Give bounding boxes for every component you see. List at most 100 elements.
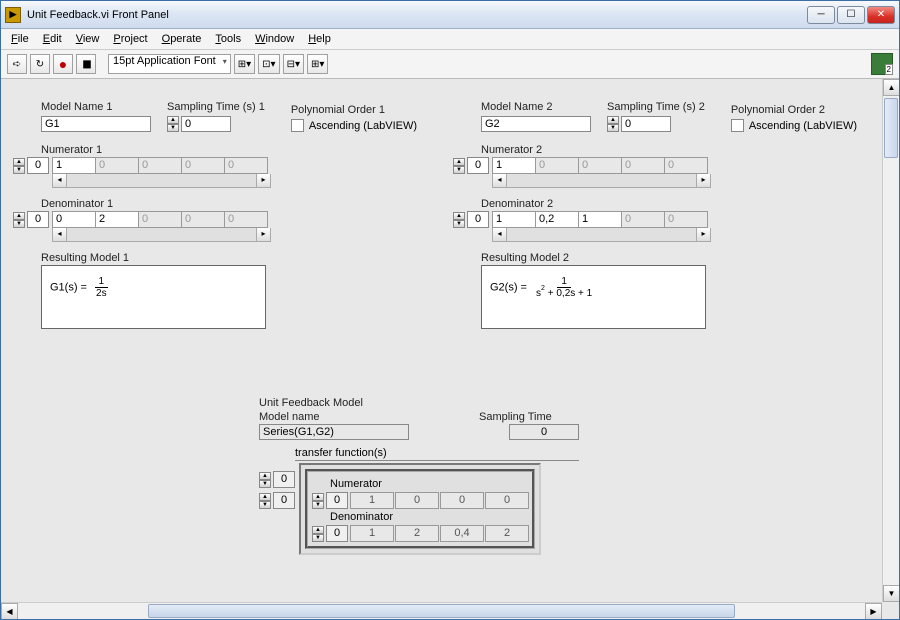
feedback-model-name: Series(G1,G2) — [259, 424, 409, 440]
model2-den-idx-spinner[interactable]: ▲▼ — [453, 212, 465, 228]
distribute-button[interactable]: ⊡▾ — [258, 54, 279, 74]
menu-operate[interactable]: Operate — [156, 31, 208, 47]
model1-ascending-checkbox[interactable] — [291, 119, 304, 132]
model1-num-cell-4[interactable]: 0 — [224, 157, 268, 174]
model2-result-label: Resulting Model 2 — [481, 252, 881, 264]
model1-num-cell-3[interactable]: 0 — [181, 157, 225, 174]
model2-result-den: s2 + 0,2s + 1 — [532, 288, 596, 299]
feedback-den-idx-spinner[interactable]: ▲▼ — [312, 526, 324, 542]
model1-name-label: Model Name 1 — [41, 101, 151, 113]
feedback-num-cell-0: 1 — [350, 492, 394, 509]
vi-icon[interactable] — [871, 53, 893, 75]
model2-den-scrollbar[interactable]: ◂▸ — [492, 228, 711, 242]
reorder-button[interactable]: ⊞▾ — [307, 54, 328, 74]
feedback-den-idx: 0 — [326, 525, 348, 542]
align-button[interactable]: ⊞▾ — [234, 54, 255, 74]
menu-help[interactable]: Help — [302, 31, 337, 47]
menu-view[interactable]: View — [70, 31, 106, 47]
model2-num-array[interactable]: 1 0 0 0 0 — [492, 157, 711, 174]
model1-result-label: Resulting Model 1 — [41, 252, 441, 264]
horizontal-scrollbar[interactable]: ◀ ▶ — [1, 602, 882, 619]
model1-den-cell-4[interactable]: 0 — [224, 211, 268, 228]
model1-num-cell-1[interactable]: 0 — [95, 157, 139, 174]
model2-num-cell-0[interactable]: 1 — [492, 157, 536, 174]
model2-den-cell-3[interactable]: 0 — [621, 211, 665, 228]
model2-num-idx[interactable]: 0 — [467, 157, 489, 174]
model2-den-idx[interactable]: 0 — [467, 211, 489, 228]
resize-button[interactable]: ⊟▾ — [283, 54, 304, 74]
menu-edit[interactable]: Edit — [37, 31, 68, 47]
feedback-den-cell-1: 2 — [395, 525, 439, 542]
model1-num-cell-0[interactable]: 1 — [52, 157, 96, 174]
unit-feedback-cluster: Unit Feedback Model Model name Series(G1… — [259, 397, 579, 555]
feedback-tf-idx1-spinner[interactable]: ▲▼ — [259, 493, 271, 509]
model2-den-cell-1[interactable]: 0,2 — [535, 211, 579, 228]
model1-result-den: 2s — [92, 288, 111, 299]
menu-file[interactable]: File — [5, 31, 35, 47]
model2-num-idx-spinner[interactable]: ▲▼ — [453, 158, 465, 174]
model1-den-cell-1[interactable]: 2 — [95, 211, 139, 228]
pause-button[interactable]: ▮▮ — [76, 54, 96, 74]
model1-den-idx-spinner[interactable]: ▲▼ — [13, 212, 25, 228]
model2-result-box: G2(s) = 1 s2 + 0,2s + 1 — [481, 265, 706, 329]
model2-name-label: Model Name 2 — [481, 101, 591, 113]
model1-num-array[interactable]: 1 0 0 0 0 — [52, 157, 271, 174]
model1-den-cell-0[interactable]: 0 — [52, 211, 96, 228]
close-button[interactable]: ✕ — [867, 6, 895, 24]
maximize-button[interactable]: ☐ — [837, 6, 865, 24]
feedback-tf-idx0-spinner[interactable]: ▲▼ — [259, 472, 271, 488]
model2-den-cell-4[interactable]: 0 — [664, 211, 708, 228]
model2-sampling-label: Sampling Time (s) 2 — [607, 101, 705, 113]
menu-project[interactable]: Project — [107, 31, 153, 47]
scroll-up-button[interactable]: ▲ — [883, 79, 899, 96]
model2-num-cell-3[interactable]: 0 — [621, 157, 665, 174]
model2-num-cell-2[interactable]: 0 — [578, 157, 622, 174]
model2-num-cell-4[interactable]: 0 — [664, 157, 708, 174]
feedback-tf-label: transfer function(s) — [295, 446, 579, 461]
run-continuous-button[interactable]: ↻ — [30, 54, 50, 74]
model2-ascending-label: Ascending (LabVIEW) — [749, 120, 857, 132]
feedback-den-cell-3: 2 — [485, 525, 529, 542]
model1-den-scrollbar[interactable]: ◂▸ — [52, 228, 271, 242]
model2-sampling-spinner[interactable]: ▲▼ — [607, 116, 619, 132]
model2-cluster: Model Name 2 G2 Sampling Time (s) 2 ▲▼ 0… — [481, 101, 881, 329]
model2-ascending-checkbox[interactable] — [731, 119, 744, 132]
feedback-num-idx: 0 — [326, 492, 348, 509]
scroll-right-button[interactable]: ▶ — [865, 603, 882, 619]
model1-sampling-spinner[interactable]: ▲▼ — [167, 116, 179, 132]
model1-sampling-input[interactable]: 0 — [181, 116, 231, 132]
model1-num-idx-spinner[interactable]: ▲▼ — [13, 158, 25, 174]
font-select[interactable]: 15pt Application Font — [108, 54, 231, 74]
abort-button[interactable]: ● — [53, 54, 73, 74]
model1-den-array[interactable]: 0 2 0 0 0 — [52, 211, 271, 228]
menu-tools[interactable]: Tools — [209, 31, 247, 47]
model2-name-input[interactable]: G2 — [481, 116, 591, 132]
model2-sampling-input[interactable]: 0 — [621, 116, 671, 132]
feedback-num-idx-spinner[interactable]: ▲▼ — [312, 493, 324, 509]
model2-den-cell-0[interactable]: 1 — [492, 211, 536, 228]
model1-num-idx[interactable]: 0 — [27, 157, 49, 174]
model1-name-input[interactable]: G1 — [41, 116, 151, 132]
model2-num-cell-1[interactable]: 0 — [535, 157, 579, 174]
run-button[interactable]: ➪ — [7, 54, 27, 74]
menu-window[interactable]: Window — [249, 31, 300, 47]
model1-den-cell-2[interactable]: 0 — [138, 211, 182, 228]
model2-den-cell-2[interactable]: 1 — [578, 211, 622, 228]
scroll-left-button[interactable]: ◀ — [1, 603, 18, 619]
model1-den-idx[interactable]: 0 — [27, 211, 49, 228]
model2-result-lhs: G2(s) = — [490, 281, 527, 293]
model2-den-array[interactable]: 1 0,2 1 0 0 — [492, 211, 711, 228]
model1-poly-label: Polynomial Order 1 — [291, 104, 417, 116]
titlebar: ▶ Unit Feedback.vi Front Panel ─ ☐ ✕ — [1, 1, 899, 29]
model1-num-scrollbar[interactable]: ◂▸ — [52, 174, 271, 188]
vertical-scrollbar[interactable]: ▲ ▼ — [882, 79, 899, 602]
minimize-button[interactable]: ─ — [807, 6, 835, 24]
model2-num-scrollbar[interactable]: ◂▸ — [492, 174, 711, 188]
feedback-den-label: Denominator — [330, 511, 528, 523]
window-title: Unit Feedback.vi Front Panel — [27, 9, 807, 21]
menubar: File Edit View Project Operate Tools Win… — [1, 29, 899, 50]
model1-den-cell-3[interactable]: 0 — [181, 211, 225, 228]
scroll-down-button[interactable]: ▼ — [883, 585, 899, 602]
feedback-num-label: Numerator — [330, 478, 528, 490]
model1-num-cell-2[interactable]: 0 — [138, 157, 182, 174]
